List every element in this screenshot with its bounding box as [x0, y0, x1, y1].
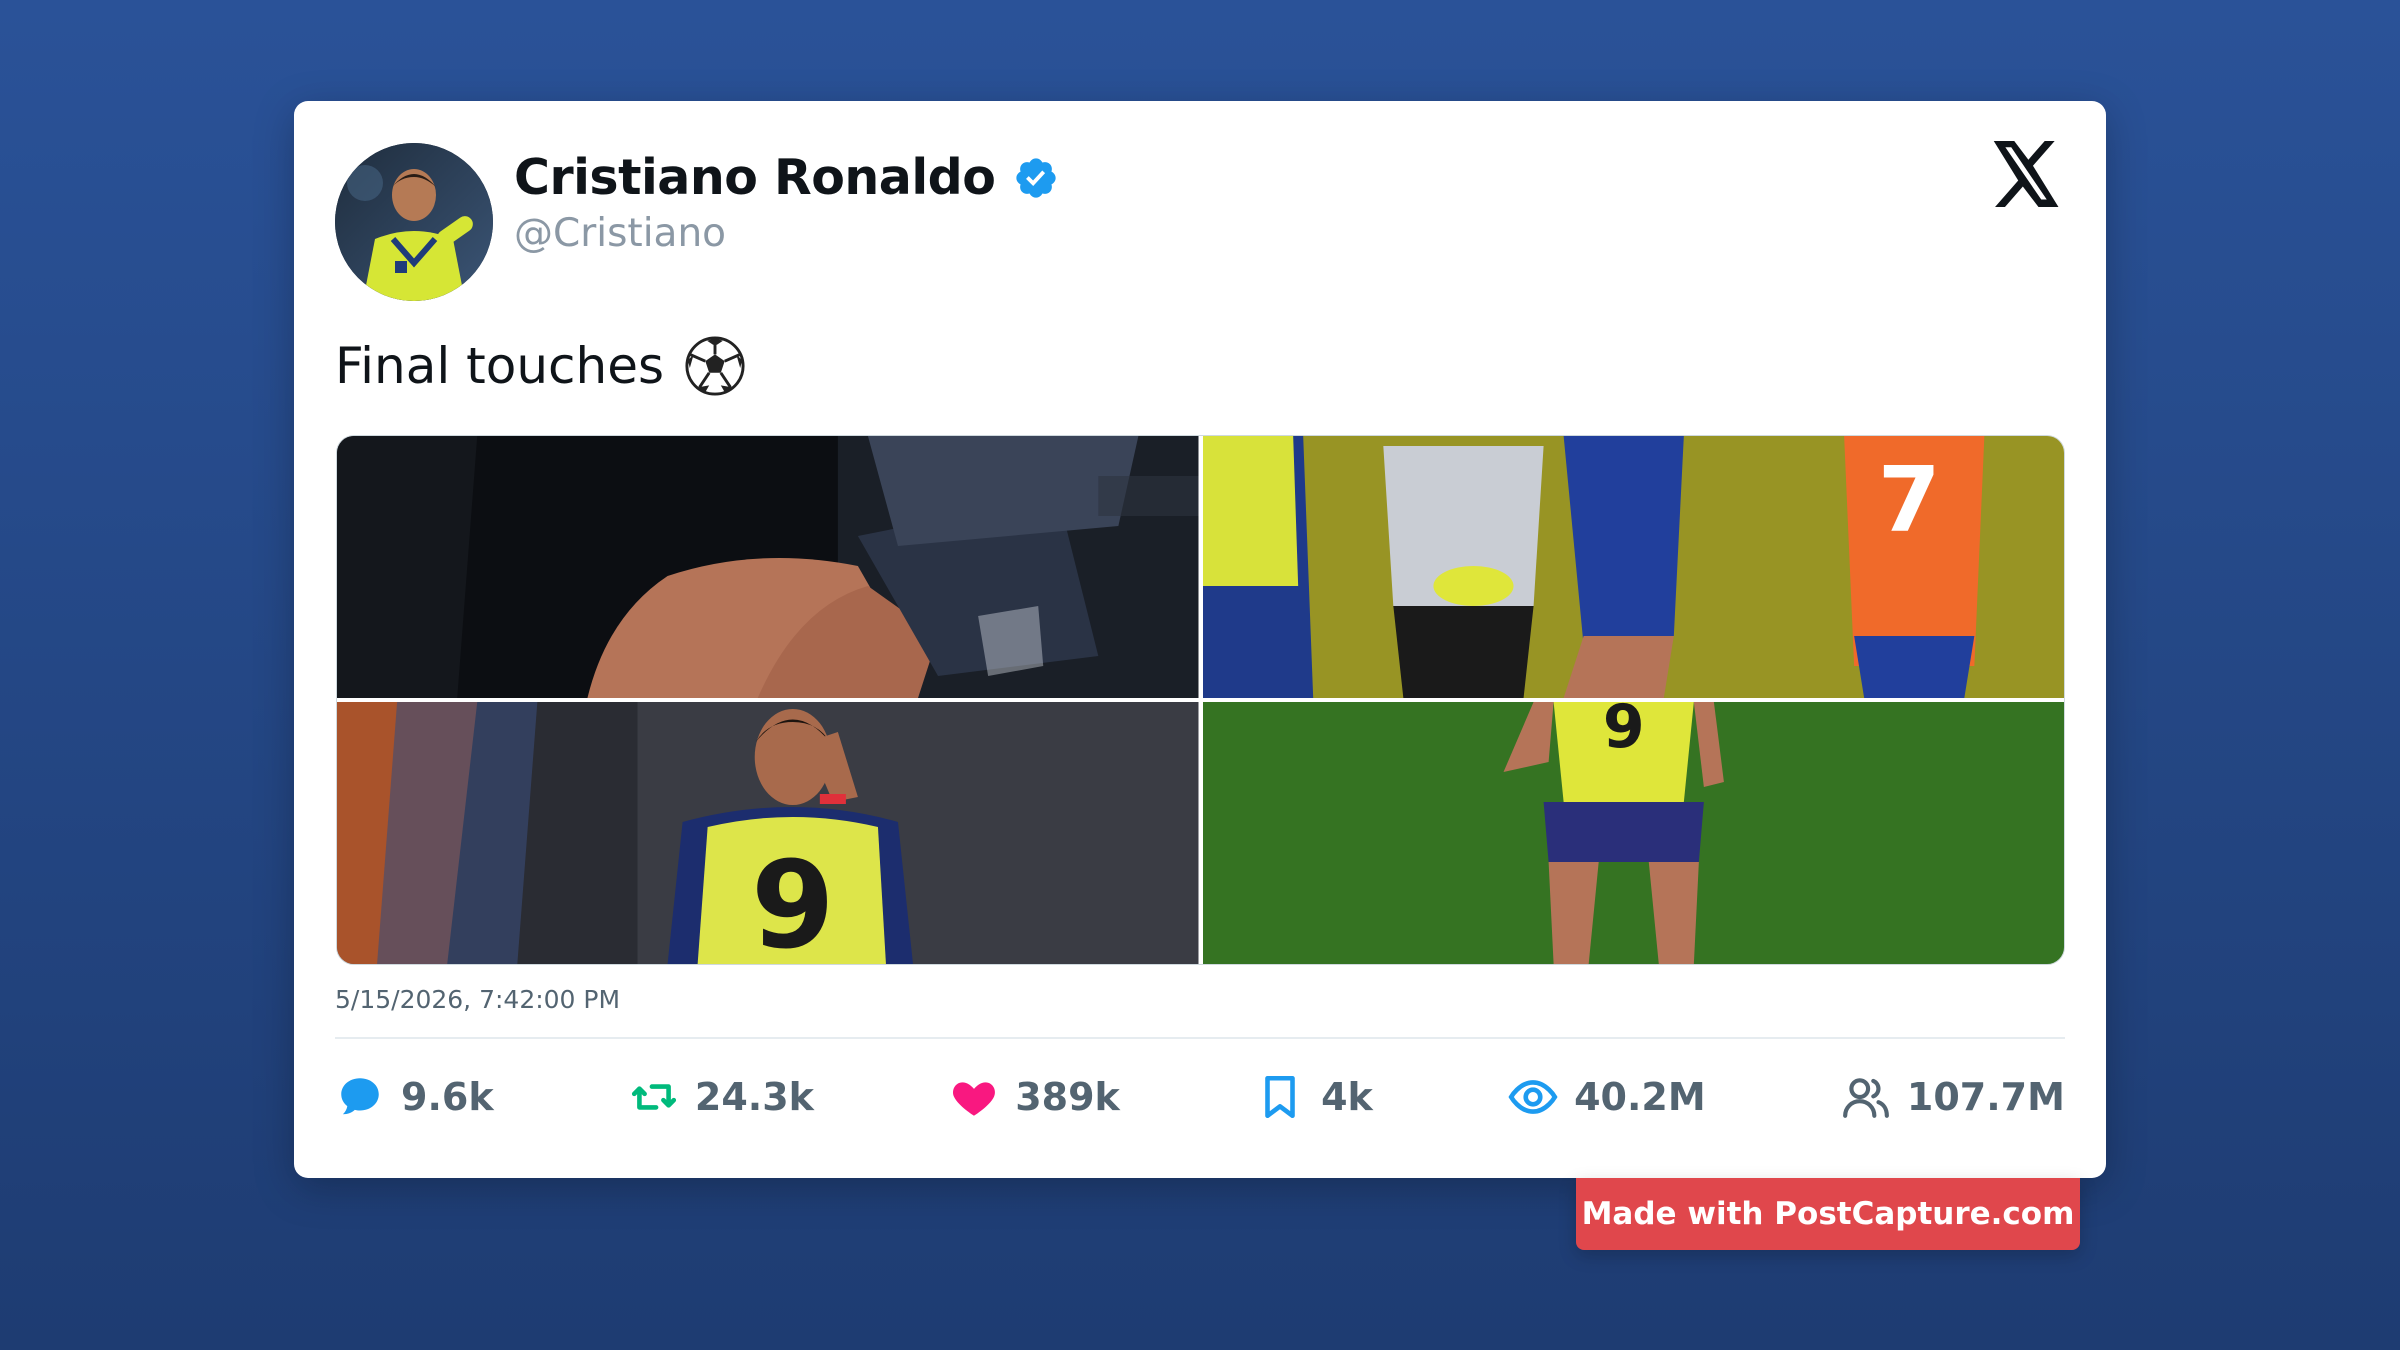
soccer-ball-icon: [685, 336, 745, 396]
retweet-count: 24.3k: [694, 1075, 814, 1119]
like-stat[interactable]: 389k: [949, 1072, 1120, 1122]
svg-text:9: 9: [751, 837, 835, 964]
tweet-timestamp[interactable]: 5/15/2026, 7:42:00 PM: [335, 985, 620, 1014]
stats-divider: [335, 1037, 2065, 1039]
x-logo-icon[interactable]: [1990, 141, 2062, 207]
photo-3[interactable]: 9: [337, 702, 1199, 964]
tweet-text: Final touches: [335, 335, 746, 397]
watermark-badge[interactable]: Made with PostCapture.com: [1576, 1178, 2080, 1250]
followers-stat[interactable]: 107.7M: [1841, 1072, 2065, 1122]
bookmark-stat[interactable]: 4k: [1255, 1072, 1373, 1122]
tweet-body: Final touches: [335, 337, 665, 395]
tweet-card: Cristiano Ronaldo @Cristiano Final touch…: [294, 101, 2106, 1178]
views-stat[interactable]: 40.2M: [1508, 1072, 1706, 1122]
eye-icon: [1508, 1080, 1558, 1114]
engagement-stats: 9.6k 24.3k 389k 4k 40.2M 107.7M: [335, 1069, 2065, 1125]
avatar[interactable]: [335, 143, 493, 301]
retweet-icon: [631, 1084, 676, 1110]
retweet-stat[interactable]: 24.3k: [629, 1072, 814, 1122]
svg-text:7: 7: [1877, 448, 1940, 553]
photo-4[interactable]: 9: [1202, 702, 2064, 964]
users-icon: [1843, 1078, 1889, 1118]
media-grid[interactable]: 7 9 9: [336, 435, 2065, 965]
reply-stat[interactable]: 9.6k: [335, 1072, 494, 1122]
like-count: 389k: [1015, 1075, 1120, 1119]
views-count: 40.2M: [1574, 1075, 1706, 1119]
bookmark-count: 4k: [1321, 1075, 1373, 1119]
author-handle[interactable]: @Cristiano: [514, 211, 726, 256]
verified-badge-icon: [1016, 157, 1057, 198]
followers-count: 107.7M: [1906, 1075, 2065, 1119]
reply-icon: [341, 1078, 379, 1115]
reply-count: 9.6k: [401, 1075, 494, 1119]
photo-1[interactable]: [337, 436, 1199, 698]
bookmark-icon: [1265, 1075, 1295, 1119]
author-name-row: Cristiano Ronaldo: [514, 149, 1059, 206]
photo-2[interactable]: 7: [1202, 436, 2064, 698]
author-name[interactable]: Cristiano Ronaldo: [514, 149, 996, 206]
svg-text:9: 9: [1602, 702, 1644, 762]
heart-icon: [953, 1082, 996, 1116]
